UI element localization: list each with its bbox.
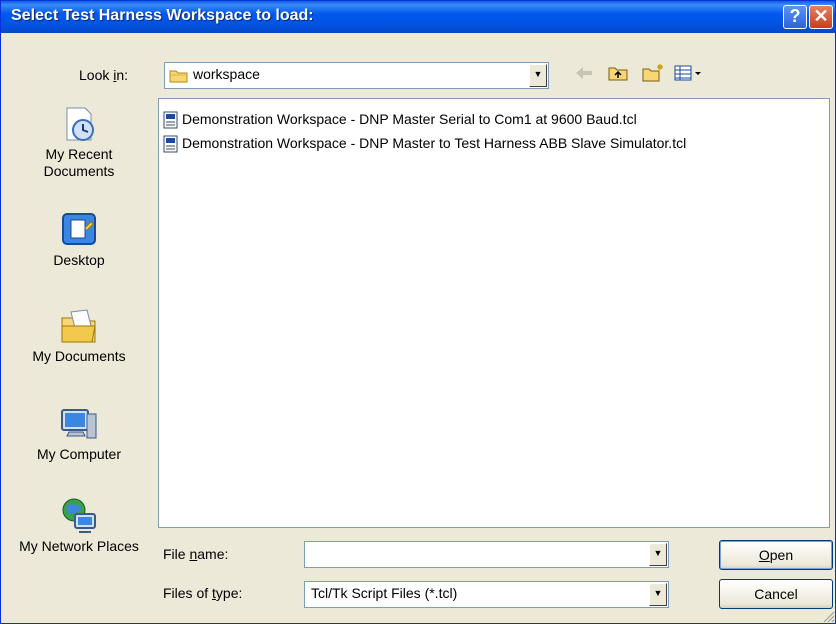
lookin-value: workspace xyxy=(193,66,260,82)
place-my-documents[interactable]: My Documents xyxy=(15,306,143,365)
filetype-label: Files of type: xyxy=(163,585,243,601)
file-list[interactable]: Demonstration Workspace - DNP Master Ser… xyxy=(158,98,830,528)
title-bar[interactable]: Select Test Harness Workspace to load: ?… xyxy=(1,1,835,33)
list-item[interactable]: Demonstration Workspace - DNP Master to … xyxy=(163,133,686,153)
recent-documents-icon xyxy=(66,107,94,141)
cancel-button[interactable]: Cancel xyxy=(719,579,833,609)
lookin-dropdown-button[interactable]: ▼ xyxy=(529,64,547,87)
place-label: My Recent Documents xyxy=(43,146,115,179)
close-button[interactable]: ✕ xyxy=(809,5,833,29)
file-name: Demonstration Workspace - DNP Master Ser… xyxy=(182,111,637,127)
network-places-icon xyxy=(62,498,96,533)
filename-dropdown-button[interactable]: ▼ xyxy=(649,543,667,566)
filetype-dropdown-button[interactable]: ▼ xyxy=(649,583,667,606)
my-computer-icon xyxy=(61,409,97,439)
help-button[interactable]: ? xyxy=(783,5,807,29)
open-button[interactable]: Open xyxy=(719,540,833,570)
place-network[interactable]: My Network Places xyxy=(15,496,143,555)
place-label: My Documents xyxy=(32,348,126,364)
place-label: My Network Places xyxy=(19,538,139,554)
lookin-label: Look in: xyxy=(79,67,129,83)
new-folder-icon[interactable] xyxy=(641,63,665,83)
place-recent[interactable]: My Recent Documents xyxy=(15,104,143,180)
view-menu-icon[interactable] xyxy=(673,63,703,83)
folder-icon xyxy=(169,70,188,83)
open-dialog: Select Test Harness Workspace to load: ?… xyxy=(0,0,836,624)
my-documents-icon xyxy=(61,309,96,343)
place-my-computer[interactable]: My Computer xyxy=(15,404,143,463)
lookin-combo[interactable]: workspace ▼ xyxy=(164,62,549,89)
place-label: My Computer xyxy=(36,446,122,462)
tcl-file-icon xyxy=(163,135,178,153)
up-folder-icon[interactable] xyxy=(607,63,629,83)
place-desktop[interactable]: Desktop xyxy=(15,210,143,269)
file-name: Demonstration Workspace - DNP Master to … xyxy=(182,135,687,151)
place-label: Desktop xyxy=(53,252,105,268)
back-arrow-icon[interactable] xyxy=(573,63,595,83)
places-bar: My Recent Documents Desktop My Documents xyxy=(15,98,143,618)
filename-input[interactable]: ▼ xyxy=(304,541,669,568)
filetype-select[interactable]: Tcl/Tk Script Files (*.tcl) ▼ xyxy=(304,581,669,608)
filename-label: File name: xyxy=(163,546,229,562)
window-title: Select Test Harness Workspace to load: xyxy=(11,7,314,24)
list-item[interactable]: Demonstration Workspace - DNP Master Ser… xyxy=(163,109,637,129)
resize-grip-icon[interactable] xyxy=(821,609,835,623)
desktop-icon xyxy=(62,213,96,245)
filetype-value: Tcl/Tk Script Files (*.tcl) xyxy=(311,585,458,601)
tcl-file-icon xyxy=(163,111,178,129)
